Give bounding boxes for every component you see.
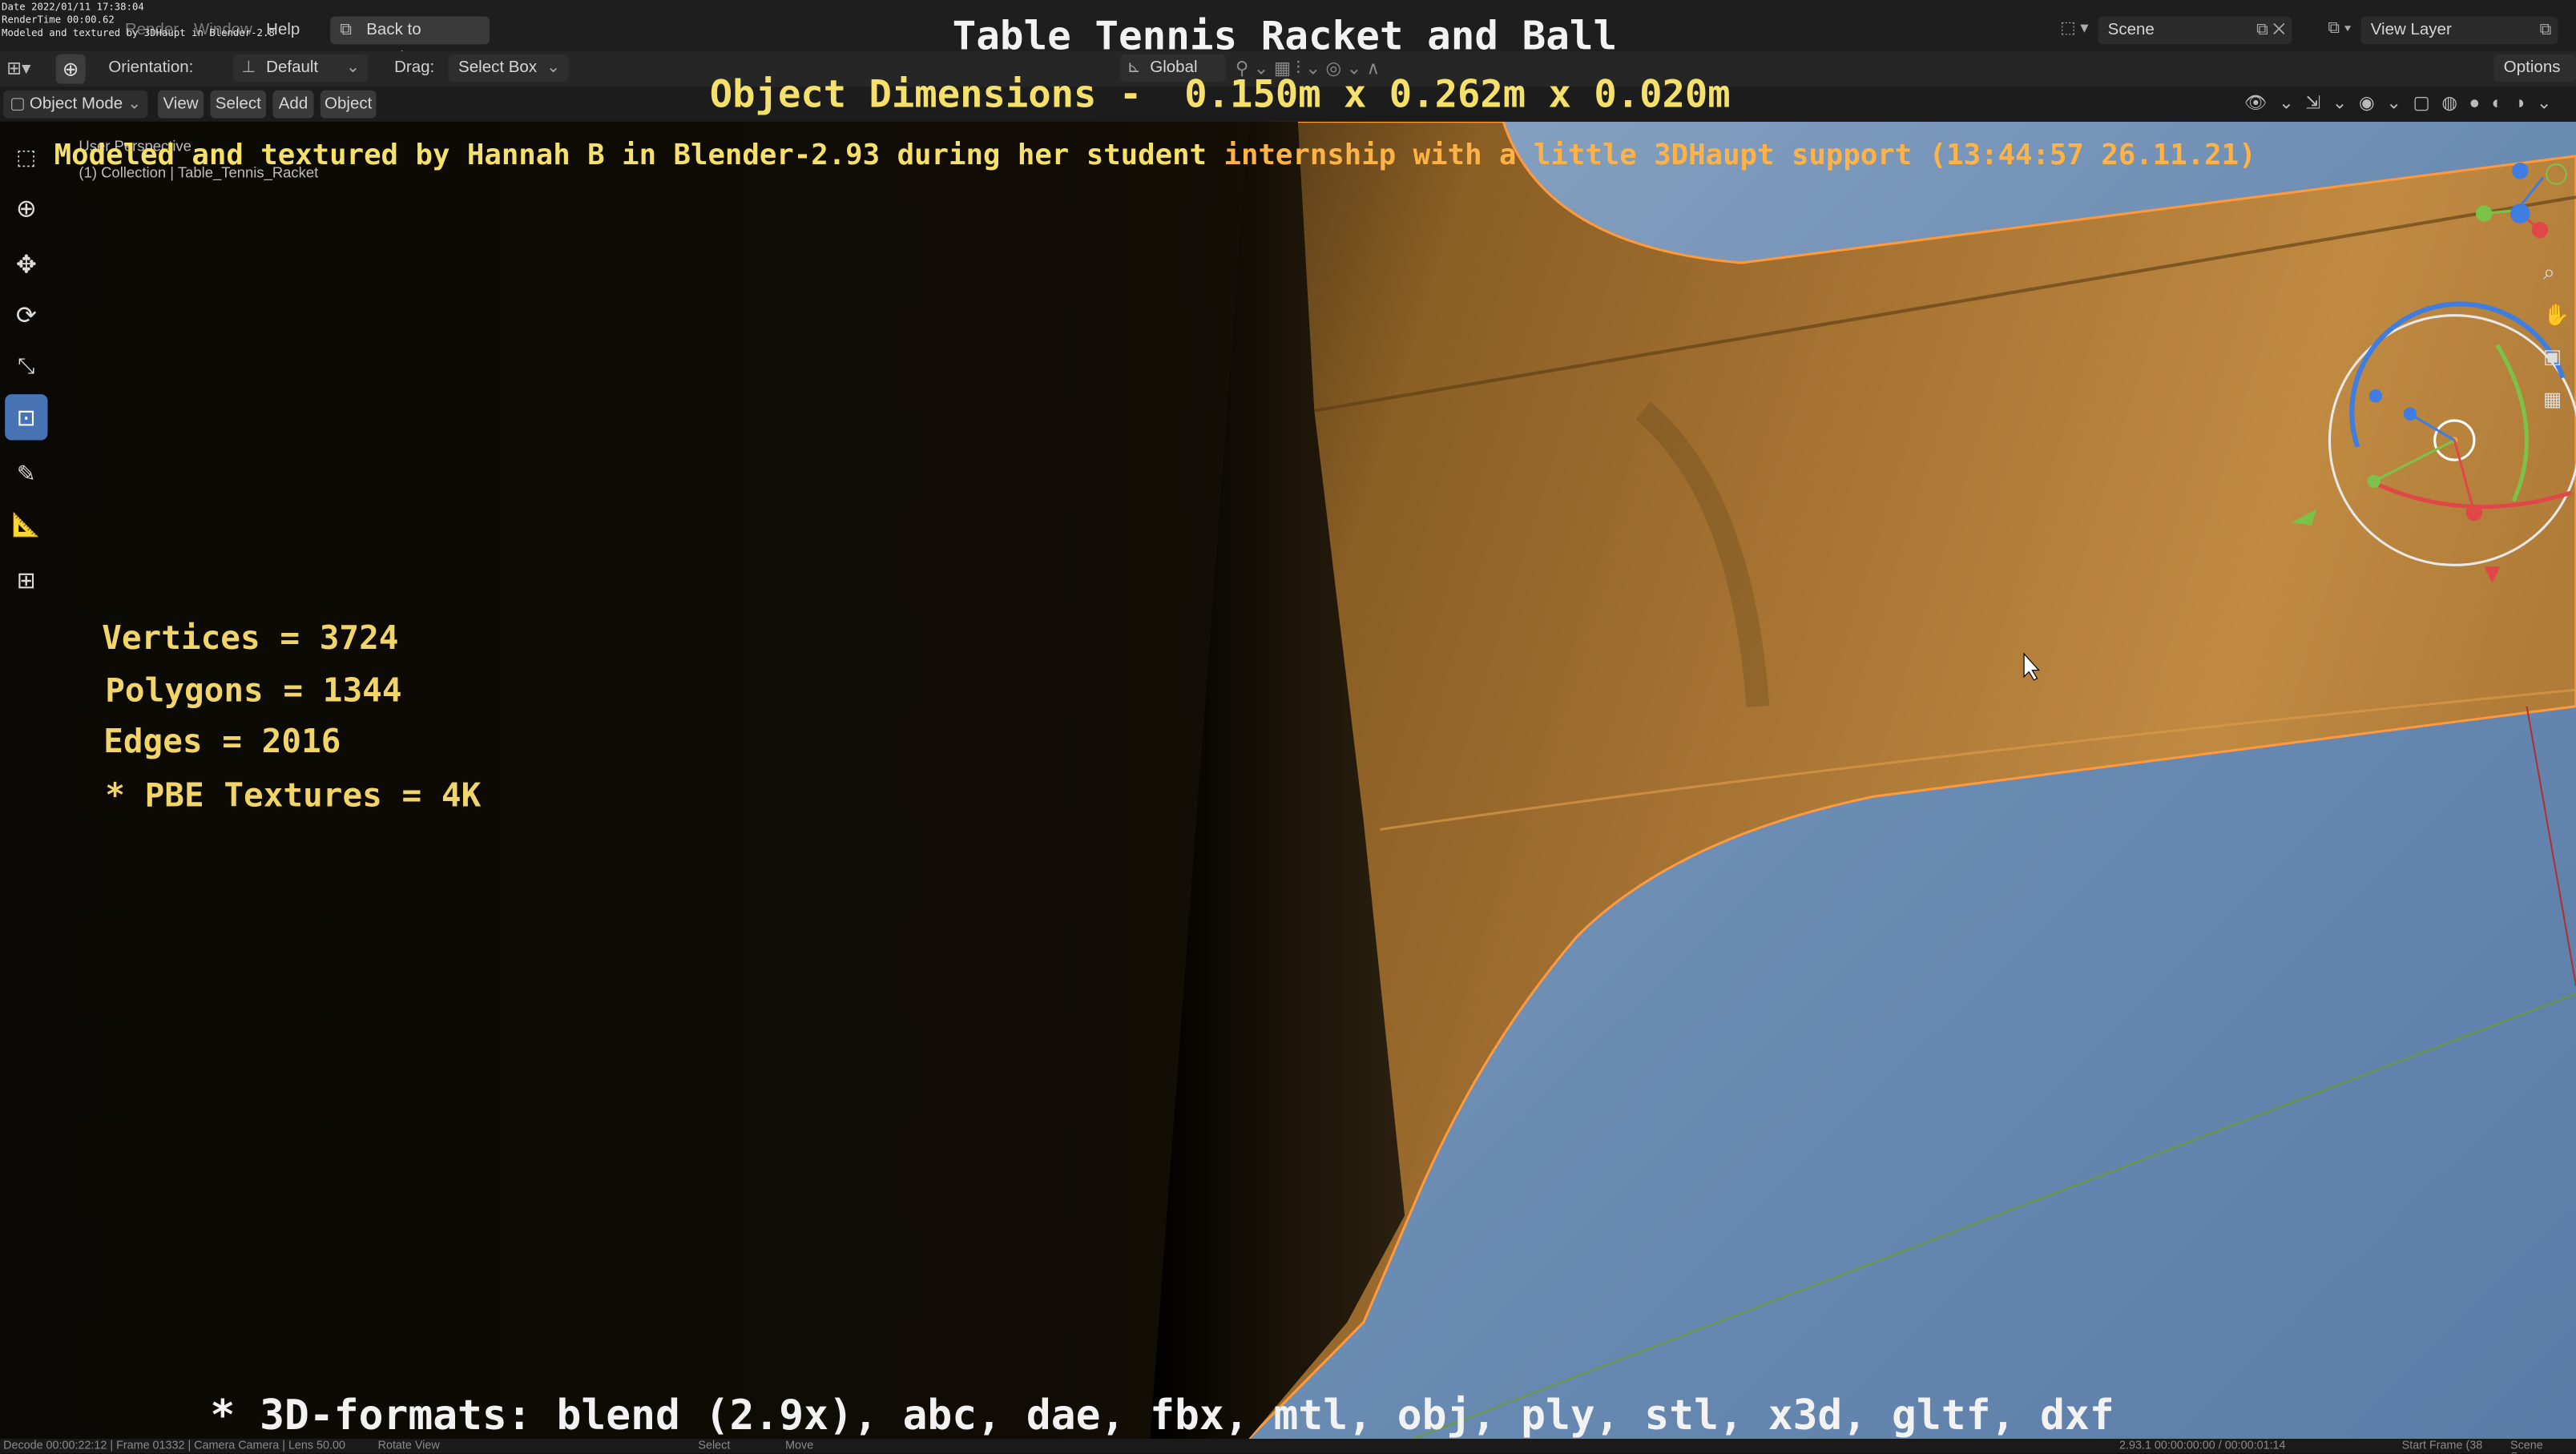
menu-select[interactable]: Select: [210, 90, 267, 119]
blender-window: ⌕ ✋ ▣ ▦ User Perspective (1) Collection …: [0, 0, 2576, 1454]
status-scene: Scene Scene: [2510, 1440, 2543, 1453]
menu-object[interactable]: Object: [320, 90, 377, 119]
drag-label: Drag:: [394, 58, 435, 78]
camera-icon[interactable]: ▣: [2543, 345, 2576, 388]
formats-line: * 3D-formats: blend (2.9x), abc, dae, fb…: [210, 1391, 2114, 1440]
move-tool-icon[interactable]: ✥: [5, 241, 47, 287]
vertices-count: Vertices = 3724: [102, 617, 399, 658]
scale-tool-icon[interactable]: ⤡: [5, 344, 47, 389]
viewport-nav-icons: ⌕ ✋ ▣ ▦: [2543, 260, 2576, 430]
edges-count: Edges = 2016: [103, 721, 341, 761]
annotate-tool-icon[interactable]: ✎: [5, 450, 47, 496]
pan-hand-icon[interactable]: ✋: [2543, 302, 2576, 344]
dimensions-value: 0.150m x 0.262m x 0.020m: [1184, 74, 1731, 117]
credit-suffix: internship with a little 3DHaupt support…: [1223, 139, 2256, 173]
orientation-value: Default: [266, 58, 319, 78]
select-tool-icon[interactable]: ⬚: [5, 135, 47, 180]
cursor-tool-icon[interactable]: ⊕: [5, 186, 47, 232]
zoom-icon[interactable]: ⌕: [2543, 260, 2576, 302]
status-rotate: Rotate View: [377, 1440, 440, 1452]
mode-value: Object Mode: [29, 95, 123, 114]
dimensions-line: Object Dimensions - 0.150m x 0.262m x 0.…: [710, 74, 1731, 116]
textures-info: * PBE Textures = 4K: [105, 775, 482, 815]
drag-value: Select Box: [458, 58, 538, 78]
status-start-frame: Start Frame (38: [2401, 1440, 2483, 1452]
status-move: Move: [785, 1440, 814, 1452]
status-bar: Decode 00:00:22:12 | Frame 01332 | Camer…: [0, 1439, 2576, 1454]
dimensions-label: Object Dimensions -: [709, 74, 1143, 117]
options-label: Options: [2503, 58, 2561, 78]
credit-line: Modeled and textured by Hannah B in Blen…: [54, 139, 2256, 172]
polygons-count: Polygons = 1344: [105, 670, 402, 710]
status-select: Select: [698, 1440, 731, 1452]
status-decode-info: Decode 00:00:22:12 | Frame 01332 | Camer…: [3, 1440, 346, 1452]
rotate-tool-icon[interactable]: ⟳: [5, 292, 47, 338]
toolbox: ⬚ ⊕ ✥ ⟳ ⤡ ⊡ ✎ 📐 ⊞: [0, 135, 53, 608]
measure-tool-icon[interactable]: 📐: [5, 501, 47, 546]
mode-dropdown[interactable]: ▢ Object Mode ⌄: [3, 90, 148, 119]
overlay-toggle-icons[interactable]: 👁 ⌄ ⇲ ⌄ ◉ ⌄ ▢ ◍ ● ◐ ◑ ⌄: [2244, 92, 2555, 114]
menu-add[interactable]: Add: [272, 90, 314, 119]
page-title: Table Tennis Racket and Ball: [952, 13, 1618, 59]
grid-icon[interactable]: ▦: [2543, 388, 2576, 430]
object-mode-icon: ▢: [10, 95, 26, 114]
orientation-label: Orientation:: [108, 58, 194, 78]
editor-type-icon[interactable]: ⊞▾: [6, 58, 30, 79]
transform-tool-icon[interactable]: ⊡: [5, 394, 48, 441]
credit-prefix: Modeled and textured by Hannah B in Blen…: [54, 139, 1207, 173]
add-cube-tool-icon[interactable]: ⊞: [5, 557, 47, 602]
chevron-down-icon: ⌄: [127, 95, 142, 114]
menu-view[interactable]: View: [157, 90, 204, 119]
status-version: 2.93.1 00:00:00:00 / 00:00:01:14: [2119, 1440, 2286, 1452]
